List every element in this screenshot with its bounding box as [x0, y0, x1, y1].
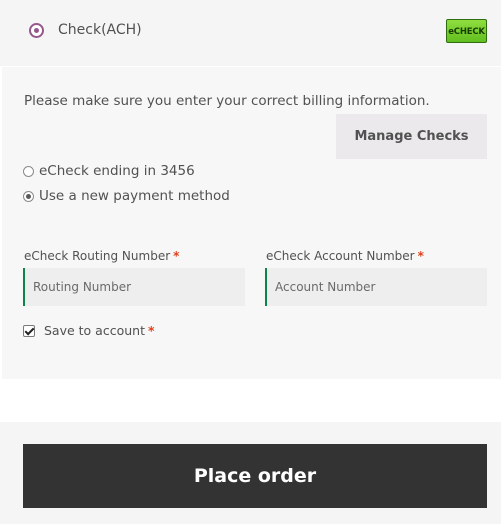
save-to-account-checkbox[interactable]	[23, 324, 35, 337]
required-marker: *	[147, 323, 155, 338]
save-to-account-row[interactable]: Save to account *	[23, 323, 155, 338]
routing-number-input[interactable]	[23, 268, 245, 306]
account-number-label: eCheck Account Number *	[266, 249, 424, 263]
saved-echeck-option[interactable]: eCheck ending in 3456	[23, 163, 195, 179]
account-number-input[interactable]	[265, 268, 487, 306]
save-to-account-label-text: Save to account	[44, 323, 145, 338]
saved-echeck-radio[interactable]	[23, 165, 34, 177]
routing-number-label-text: eCheck Routing Number	[24, 249, 171, 263]
manage-checks-button[interactable]: Manage Checks	[336, 114, 487, 159]
payment-method-header: Check(ACH) eCHECK	[0, 0, 501, 66]
new-payment-method-radio[interactable]	[23, 190, 34, 202]
required-marker: *	[417, 249, 424, 263]
payment-method-label[interactable]: Check(ACH)	[58, 22, 142, 38]
required-marker: *	[173, 249, 180, 263]
saved-echeck-label: eCheck ending in 3456	[39, 163, 195, 179]
billing-info-text: Please make sure you enter your correct …	[24, 93, 430, 109]
routing-number-label: eCheck Routing Number *	[24, 249, 179, 263]
new-payment-method-label: Use a new payment method	[39, 188, 230, 204]
payment-method-radio[interactable]	[29, 23, 44, 38]
echeck-logo: eCHECK	[446, 19, 487, 43]
new-payment-method-option[interactable]: Use a new payment method	[23, 188, 230, 204]
account-number-label-text: eCheck Account Number	[266, 249, 415, 263]
save-to-account-label: Save to account *	[44, 323, 155, 338]
place-order-button[interactable]: Place order	[23, 444, 487, 508]
